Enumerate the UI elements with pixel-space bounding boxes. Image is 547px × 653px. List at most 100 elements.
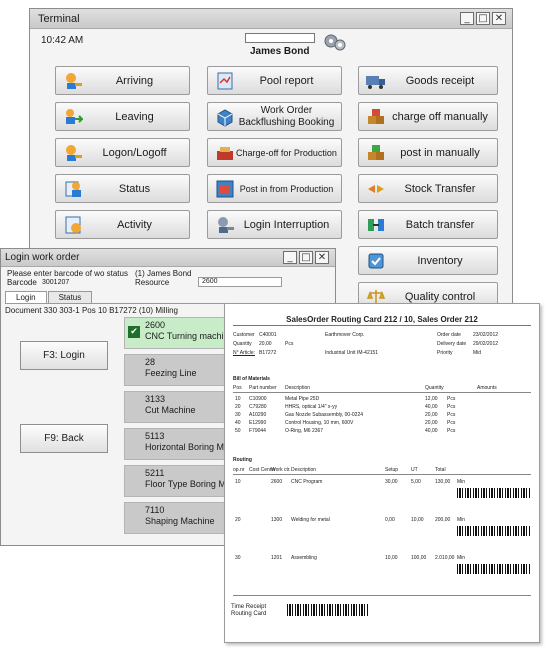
clock: 10:42 AM [41, 35, 84, 46]
activity-icon [62, 214, 84, 236]
routing-header-total: Total [435, 467, 446, 473]
interruption-icon [214, 214, 236, 236]
quantity-unit: Pcs [285, 341, 294, 347]
work-order-backflushing-label: Work Order Backflushing Booking [238, 104, 335, 128]
routing-cell: 1201 [271, 555, 283, 561]
close-button[interactable]: ✕ [492, 12, 506, 25]
user-input[interactable] [245, 33, 315, 43]
tab-login[interactable]: Login [5, 291, 47, 303]
arriving-button[interactable]: Arriving [55, 66, 190, 95]
resource-field[interactable]: 2600 [198, 277, 282, 287]
inventory-icon [365, 250, 387, 272]
batch-transfer-label: Batch transfer [405, 218, 475, 231]
bom-cell: 20 [235, 404, 241, 410]
order-date-label: Order date [437, 332, 461, 338]
goods-receipt-button[interactable]: Goods receipt [358, 66, 498, 95]
tab-status[interactable]: Status [47, 291, 93, 303]
checkbox-icon: ✔ [128, 326, 140, 338]
quality-control-label: Quality control [404, 290, 476, 303]
bom-cell: 12,00 [425, 396, 438, 402]
bom-cell: A10290 [249, 412, 267, 418]
work-order-backflushing-button[interactable]: Work Order Backflushing Booking [207, 102, 342, 131]
barcode-label: Barcode [7, 278, 37, 287]
minimize-button[interactable]: _ [460, 12, 474, 25]
routing-cell: 1300 [271, 517, 283, 523]
login-user: (1) James Bond [135, 269, 192, 278]
person-exit-icon [62, 106, 84, 128]
f9-back-button[interactable]: F9: Back [20, 424, 108, 453]
footer-routing-card: Routing Card [231, 611, 267, 617]
production-in-icon [214, 178, 236, 200]
routing-cell: 100,00 [411, 555, 427, 561]
article-label: N° Article: [233, 350, 256, 356]
routing-cell: 200,00 [435, 517, 451, 523]
current-user: James Bond [250, 46, 310, 57]
routing-cell: Min [457, 555, 466, 561]
post-in-manually-button[interactable]: post in manually [358, 138, 498, 167]
maximize-button[interactable]: □ [299, 251, 313, 264]
routing-header-setup: Setup [385, 467, 399, 473]
stock-transfer-button[interactable]: Stock Transfer [358, 174, 498, 203]
close-button[interactable]: ✕ [315, 251, 329, 264]
boxes-green-icon [365, 142, 387, 164]
pool-report-button[interactable]: Pool report [207, 66, 342, 95]
maximize-button[interactable]: □ [476, 12, 490, 25]
transfer-icon [365, 178, 387, 200]
bom-rule [233, 392, 531, 393]
routing-cell: 20 [235, 517, 241, 523]
customer-name: Earthmover Corp. [325, 332, 365, 338]
key-person-icon [62, 70, 84, 92]
quantity-label: Quantity [233, 341, 252, 347]
routing-barcode [457, 526, 531, 536]
batch-icon [365, 214, 387, 236]
status-button[interactable]: Status [55, 174, 190, 203]
bom-cell: 40,00 [425, 404, 438, 410]
key-person-icon [62, 142, 84, 164]
routing-card-document: SalesOrder Routing Card 212 / 10, Sales … [224, 303, 540, 643]
routing-barcode [457, 564, 531, 574]
leaving-button[interactable]: Leaving [55, 102, 190, 131]
routing-cell: 30 [235, 555, 241, 561]
bom-cell: HHRS, optical 1/4" x-yy [285, 404, 338, 410]
charge-off-manually-button[interactable]: charge off manually [358, 102, 498, 131]
charge-off-production-button[interactable]: Charge-off for Production [207, 138, 342, 167]
bom-cell: 20,00 [425, 420, 438, 426]
production-icon [214, 142, 236, 164]
routing-title: Routing [233, 457, 252, 463]
bom-cell: 50 [235, 428, 241, 434]
bom-cell: Pcs [447, 428, 456, 434]
batch-transfer-button[interactable]: Batch transfer [358, 210, 498, 239]
bom-cell: F79044 [249, 428, 266, 434]
bom-cell: Gas Nozzle Subassembly, 00-0224 [285, 412, 364, 418]
routing-barcode [457, 488, 531, 498]
bom-header-amounts: Amounts [477, 385, 497, 391]
post-in-from-production-button[interactable]: Post in from Production [207, 174, 342, 203]
routing-cell: 130,00 [435, 479, 451, 485]
f3-login-button[interactable]: F3: Login [20, 341, 108, 370]
barcode-field[interactable]: 3001207 [38, 278, 118, 288]
logon-logoff-button[interactable]: Logon/Logoff [55, 138, 190, 167]
activity-button[interactable]: Activity [55, 210, 190, 239]
priority-label: Priority [437, 350, 453, 356]
activity-label: Activity [117, 218, 152, 231]
bom-cell: Pcs [447, 420, 456, 426]
article-description: Industrial Unit IM-42151 [325, 350, 379, 356]
document-line: Document 330 303-1 Pos 10 B17272 (10) Mi… [5, 306, 178, 315]
bom-title: Bill of Materials [233, 376, 270, 382]
post-in-from-production-label: Post in from Production [239, 183, 334, 194]
inventory-button[interactable]: Inventory [358, 246, 498, 275]
priority-value: Mid [473, 350, 482, 356]
leaving-label: Leaving [115, 110, 154, 123]
login-interruption-button[interactable]: Login Interruption [207, 210, 342, 239]
delivery-date-value: 29/02/2012 [473, 341, 499, 347]
bom-cell: O-Ring, M6 2367 [285, 428, 324, 434]
bom-cell: Pcs [447, 396, 456, 402]
charge-off-manually-label: charge off manually [392, 110, 488, 123]
routing-cell: Assembling [291, 555, 317, 561]
routing-header-work-ctr: Work ctr. [271, 467, 291, 473]
routing-cell: Min [457, 479, 466, 485]
minimize-button[interactable]: _ [283, 251, 297, 264]
delivery-date-label: Delivery date [437, 341, 467, 347]
box-icon [214, 106, 236, 128]
inventory-label: Inventory [417, 254, 463, 267]
